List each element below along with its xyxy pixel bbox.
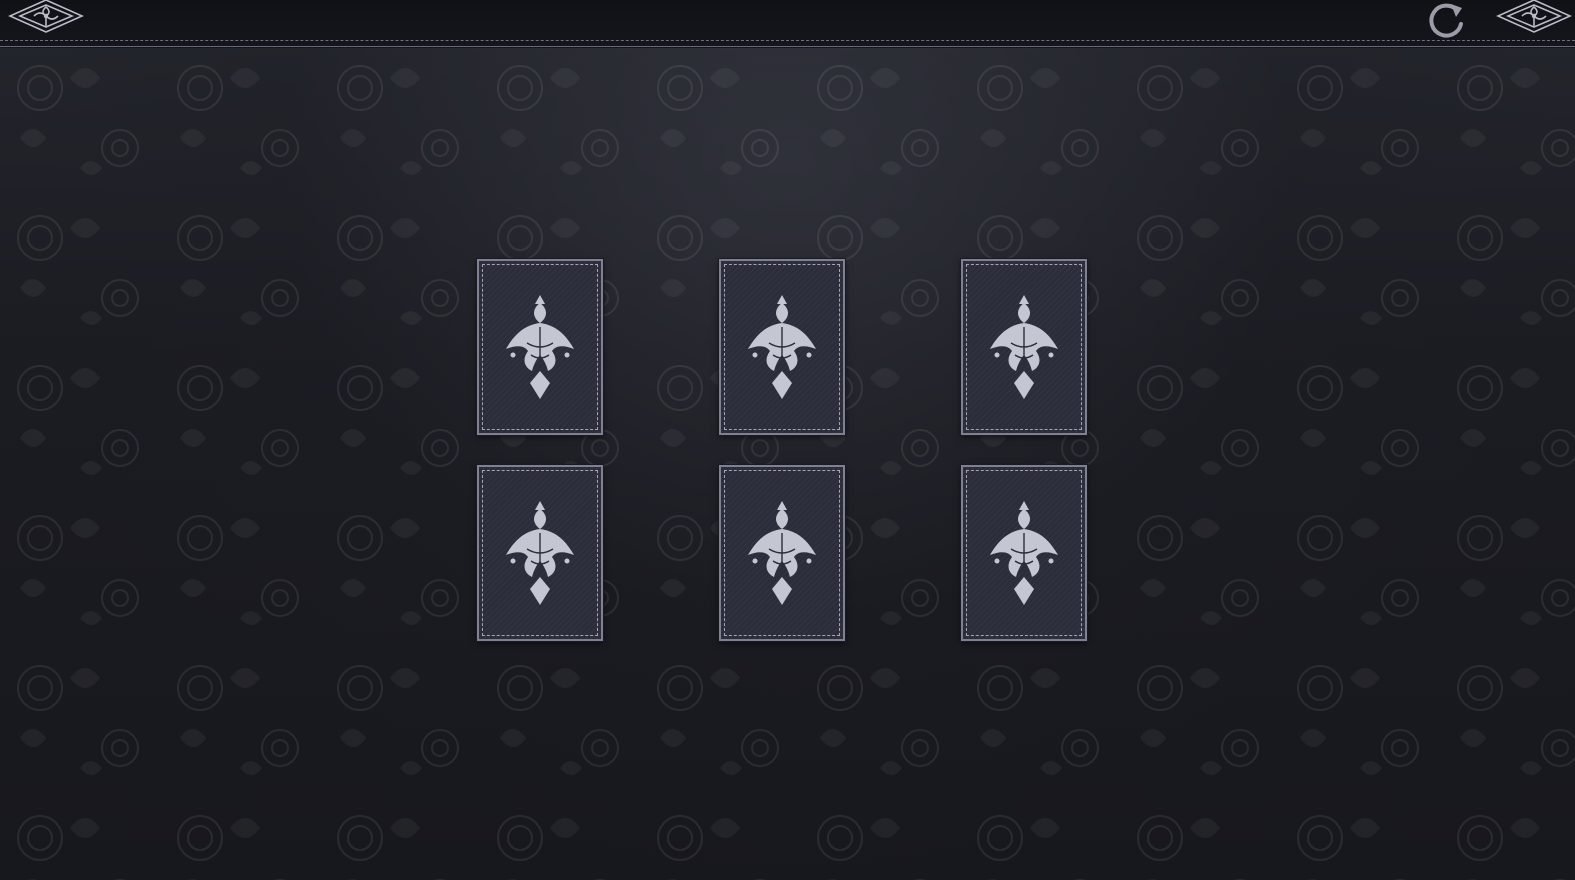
card-back[interactable]: [477, 259, 603, 435]
game-stage: [0, 0, 1575, 880]
card-back[interactable]: [719, 465, 845, 641]
damask-ornament-icon: [748, 501, 816, 605]
damask-ornament-icon: [748, 295, 816, 399]
card-board: [0, 0, 1575, 880]
damask-ornament-icon: [506, 501, 574, 605]
damask-ornament-icon: [506, 295, 574, 399]
card-back[interactable]: [719, 259, 845, 435]
card-back[interactable]: [961, 259, 1087, 435]
damask-ornament-icon: [990, 295, 1058, 399]
card-back[interactable]: [961, 465, 1087, 641]
card-back[interactable]: [477, 465, 603, 641]
damask-ornament-icon: [990, 501, 1058, 605]
